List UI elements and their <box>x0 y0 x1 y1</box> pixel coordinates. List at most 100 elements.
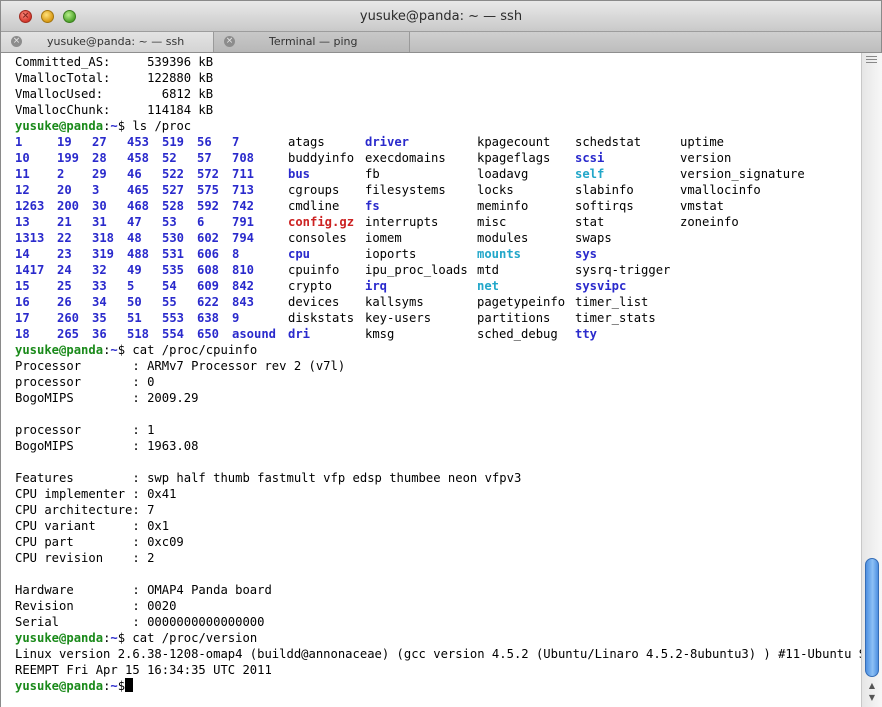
ls-entry: config.gz <box>288 215 355 229</box>
ls-entry: 53 <box>162 215 177 229</box>
prompt-user: yusuke@panda <box>15 119 104 133</box>
ls-entry: partitions <box>477 311 551 325</box>
ls-entry: version <box>680 151 732 165</box>
ls-entry: 5 <box>127 279 135 293</box>
scroll-thumb[interactable] <box>865 558 879 677</box>
ls-entry: 319 <box>92 247 115 261</box>
ls-entry: loadavg <box>477 167 529 181</box>
scroll-down-icon[interactable]: ▼ <box>866 693 878 703</box>
ls-entry: version_signature <box>680 167 805 181</box>
ls-entry: 46 <box>127 167 142 181</box>
tab-ping[interactable]: × Terminal — ping <box>214 32 410 52</box>
title-bar[interactable]: × yusuke@panda: ~ — ssh <box>1 1 881 32</box>
ls-entry: 522 <box>162 167 185 181</box>
ls-entry: 602 <box>197 231 220 245</box>
tab-close-icon[interactable]: × <box>224 36 235 47</box>
ls-entry: 54 <box>162 279 177 293</box>
ls-entry: locks <box>477 183 514 197</box>
cpuinfo-line-text: CPU part : 0xc09 <box>15 535 184 549</box>
ls-entry: zoneinfo <box>680 215 739 229</box>
prompt: yusuke@panda:~$ cat /proc/version <box>15 630 257 646</box>
ls-entry: 468 <box>127 199 150 213</box>
ls-entry: 708 <box>232 151 255 165</box>
ls-entry: 29 <box>92 167 107 181</box>
ls-entry: 12 <box>15 183 30 197</box>
ls-entry: 265 <box>57 327 80 341</box>
ls-entry: 575 <box>197 183 220 197</box>
ls-entry: 47 <box>127 215 142 229</box>
ls-entry: 31 <box>92 215 107 229</box>
ls-entry: 26 <box>57 295 72 309</box>
ls-entry: bus <box>288 167 311 181</box>
ls-entry: 9 <box>232 311 240 325</box>
ls-entry: ioports <box>365 247 417 261</box>
ls-entry: 6 <box>197 215 205 229</box>
ls-entry: 530 <box>162 231 185 245</box>
ls-entry: 609 <box>197 279 220 293</box>
meminfo-line-text: VmallocUsed: 6812 kB <box>15 87 214 101</box>
ls-entry: 50 <box>127 295 142 309</box>
vertical-scrollbar[interactable]: ▲ ▼ <box>861 53 882 707</box>
ls-entry: sysvipc <box>575 279 627 293</box>
ls-entry: 24 <box>57 263 72 277</box>
ls-entry: 592 <box>197 199 220 213</box>
ls-entry: 1263 <box>15 199 45 213</box>
ls-entry: 30 <box>92 199 107 213</box>
tab-label: yusuke@panda: ~ — ssh <box>47 35 185 48</box>
ls-entry: cpu <box>288 247 311 261</box>
prompt-path: ~ <box>110 119 118 133</box>
ls-entry: 742 <box>232 199 255 213</box>
ls-entry: 28 <box>92 151 107 165</box>
ls-entry: 34 <box>92 295 107 309</box>
cpuinfo-line-text: CPU variant : 0x1 <box>15 519 170 533</box>
ls-entry: 10 <box>15 151 30 165</box>
version-line-text: REEMPT Fri Apr 15 16:34:35 UTC 2011 <box>15 663 272 677</box>
ls-entry: 518 <box>127 327 150 341</box>
ls-entry: mounts <box>477 247 522 261</box>
meminfo-line-text: VmallocTotal: 122880 kB <box>15 71 214 85</box>
ls-entry: 32 <box>92 263 107 277</box>
grip-icon <box>866 56 877 64</box>
ls-entry: uptime <box>680 135 725 149</box>
cpuinfo-line-text: processor : 1 <box>15 423 155 437</box>
tab-ssh[interactable]: × yusuke@panda: ~ — ssh <box>1 32 214 52</box>
prompt: yusuke@panda:~$ cat /proc/cpuinfo <box>15 342 257 358</box>
prompt-symbol: $ <box>117 343 126 357</box>
ls-entry: 15 <box>15 279 30 293</box>
ls-entry: 199 <box>57 151 80 165</box>
ls-entry: ipu_proc_loads <box>365 263 468 277</box>
cpuinfo-line-text: CPU architecture: 7 <box>15 503 155 517</box>
terminal-window: × yusuke@panda: ~ — ssh × yusuke@panda: … <box>0 0 882 707</box>
ls-entry: slabinfo <box>575 183 634 197</box>
command-text: ls /proc <box>125 119 192 133</box>
tab-close-icon[interactable]: × <box>11 36 22 47</box>
terminal-output[interactable]: Committed_AS: 539396 kB VmallocTotal: 122… <box>1 53 861 707</box>
ls-entry: 842 <box>232 279 255 293</box>
ls-entry: atags <box>288 135 325 149</box>
cpuinfo-line-text: processor : 0 <box>15 375 155 389</box>
ls-entry: 843 <box>232 295 255 309</box>
prompt-user: yusuke@panda <box>15 343 104 357</box>
ls-entry: 318 <box>92 231 115 245</box>
ls-entry: asound <box>232 327 277 341</box>
cpuinfo-line-text: BogoMIPS : 1963.08 <box>15 439 199 453</box>
ls-entry: fb <box>365 167 380 181</box>
ls-entry: 23 <box>57 247 72 261</box>
ls-entry: timer_stats <box>575 311 656 325</box>
ls-entry: 48 <box>127 231 142 245</box>
ls-entry: 51 <box>127 311 142 325</box>
ls-entry: kpageflags <box>477 151 551 165</box>
ls-entry: 3 <box>92 183 100 197</box>
ls-entry: 25 <box>57 279 72 293</box>
prompt-path: ~ <box>110 679 118 693</box>
ls-entry: dri <box>288 327 311 341</box>
ls-entry: 8 <box>232 247 240 261</box>
ls-entry: tty <box>575 327 598 341</box>
ls-entry: cpuinfo <box>288 263 340 277</box>
ls-entry: kmsg <box>365 327 395 341</box>
scroll-up-icon[interactable]: ▲ <box>866 681 878 691</box>
ls-entry: fs <box>365 199 380 213</box>
ls-entry: filesystems <box>365 183 446 197</box>
ls-entry: self <box>575 167 605 181</box>
ls-entry: 791 <box>232 215 255 229</box>
